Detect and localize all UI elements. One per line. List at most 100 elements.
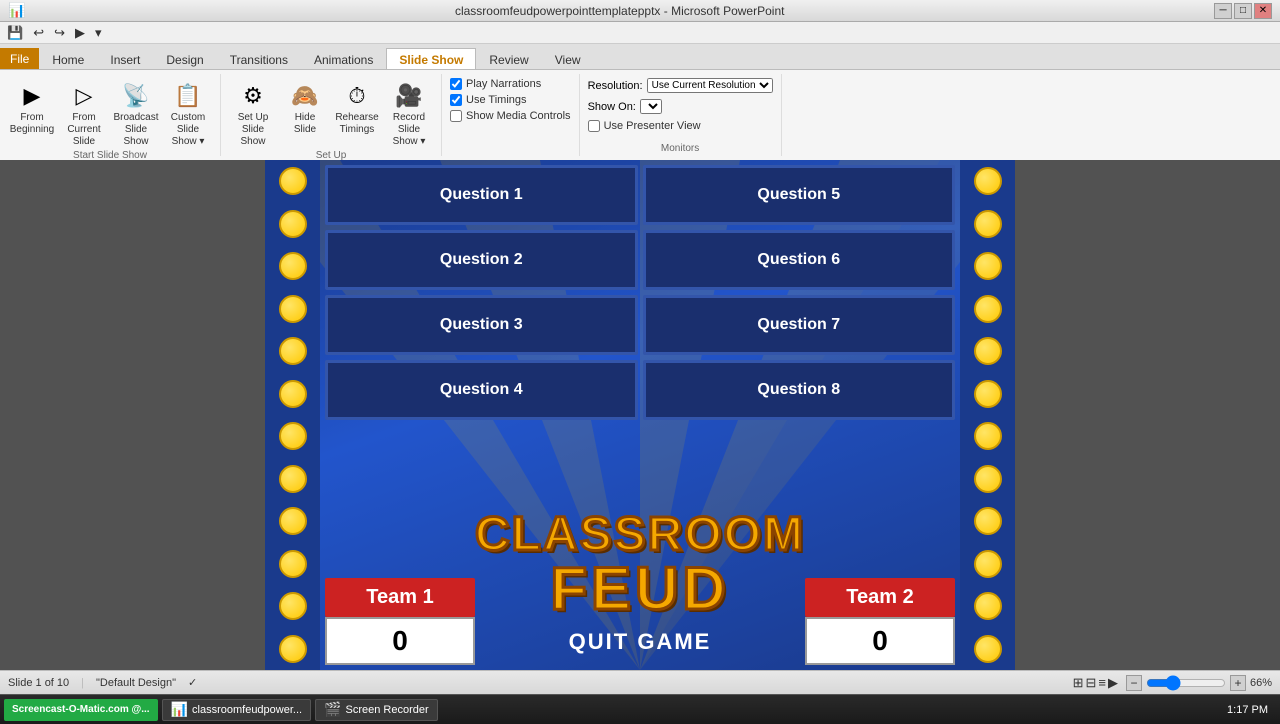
dot (279, 592, 307, 620)
dot (279, 337, 307, 365)
dot (279, 252, 307, 280)
dot (974, 635, 1002, 663)
question-8-button[interactable]: Question 8 (643, 360, 956, 420)
spell-check-icon: ✓ (188, 676, 197, 689)
tab-review[interactable]: Review (476, 48, 541, 69)
question-6-button[interactable]: Question 6 (643, 230, 956, 290)
broadcast-button[interactable]: 📡 BroadcastSlide Show (112, 78, 160, 150)
tab-view[interactable]: View (542, 48, 594, 69)
dot (974, 380, 1002, 408)
ribbon-content: ▶ FromBeginning ▷ FromCurrent Slide 📡 Br… (0, 70, 1280, 160)
rehearse-button[interactable]: ⏱ RehearseTimings (333, 78, 381, 138)
tab-transitions[interactable]: Transitions (217, 48, 301, 69)
slideshow-view-icon[interactable]: ▶ (1108, 675, 1118, 691)
status-bar: Slide 1 of 10 | "Default Design" ✓ ⊞ ⊟ ≡… (0, 670, 1280, 694)
from-beginning-label: FromBeginning (10, 112, 54, 136)
tab-insert[interactable]: Insert (97, 48, 153, 69)
zoom-slider[interactable] (1146, 675, 1226, 691)
normal-view-icon[interactable]: ⊞ (1073, 675, 1084, 691)
undo-button[interactable]: ↩ (30, 24, 47, 42)
dot (279, 550, 307, 578)
quit-game-button[interactable]: QUIT GAME (539, 619, 742, 665)
close-button[interactable]: ✕ (1254, 3, 1272, 19)
title-bar: 📊 classroomfeudpowerpointtemplatepptx - … (0, 0, 1280, 22)
zoom-in-button[interactable]: + (1230, 675, 1246, 691)
setup-slideshow-button[interactable]: ⚙ Set UpSlide Show (229, 78, 277, 150)
dots-right (960, 160, 1015, 670)
save-button[interactable]: 💾 (4, 24, 26, 42)
from-beginning-button[interactable]: ▶ FromBeginning (8, 78, 56, 138)
show-on-select[interactable] (640, 99, 662, 114)
start-slideshow-group-label: Start Slide Show (73, 150, 147, 163)
dot (279, 635, 307, 663)
dot (279, 465, 307, 493)
dot (974, 507, 1002, 535)
dots-left (265, 160, 320, 670)
game-title: CLASSROOM FEUD (475, 511, 805, 619)
presenter-view-check[interactable]: Use Presenter View (588, 120, 701, 132)
taskbar-time: 1:17 PM (1227, 704, 1276, 716)
status-right: ⊞ ⊟ ≡ ▶ − + 66% (1073, 675, 1272, 691)
from-beginning-icon: ▶ (16, 80, 48, 112)
custom-slideshow-icon: 📋 (172, 80, 204, 112)
setup-label: Set UpSlide Show (231, 112, 275, 148)
team1-section: Team 1 0 (325, 578, 475, 665)
record-icon: 🎥 (393, 80, 425, 112)
screen-recorder-taskbar-item[interactable]: 🎬 Screen Recorder (315, 699, 438, 721)
monitors-group-label: Monitors (661, 143, 699, 156)
custom-slideshow-button[interactable]: 📋 CustomSlide Show ▾ (164, 78, 212, 150)
play-button[interactable]: ▶ (72, 24, 88, 42)
slide-count: Slide 1 of 10 (8, 677, 69, 689)
powerpoint-taskbar-item[interactable]: 📊 classroomfeudpower... (162, 699, 312, 721)
question-5-button[interactable]: Question 5 (643, 165, 956, 225)
window-controls[interactable]: ─ □ ✕ (1214, 3, 1272, 19)
question-1-button[interactable]: Question 1 (325, 165, 638, 225)
window-title: classroomfeudpowerpointtemplatepptx - Mi… (25, 4, 1214, 18)
question-4-button[interactable]: Question 4 (325, 360, 638, 420)
use-timings-check[interactable]: Use Timings (450, 94, 527, 106)
broadcast-icon: 📡 (120, 80, 152, 112)
custom-slideshow-label: CustomSlide Show ▾ (166, 112, 210, 148)
maximize-button[interactable]: □ (1234, 3, 1252, 19)
slide-sorter-icon[interactable]: ⊟ (1085, 675, 1096, 691)
team1-button[interactable]: Team 1 (325, 578, 475, 617)
dot (279, 507, 307, 535)
minimize-button[interactable]: ─ (1214, 3, 1232, 19)
tab-slideshow[interactable]: Slide Show (386, 48, 476, 69)
reading-view-icon[interactable]: ≡ (1098, 675, 1106, 691)
dot (974, 592, 1002, 620)
team1-score: 0 (325, 617, 475, 665)
from-current-slide-button[interactable]: ▷ FromCurrent Slide (60, 78, 108, 150)
zoom-control: − + 66% (1126, 675, 1272, 691)
redo-button[interactable]: ↪ (51, 24, 68, 42)
theme-name: "Default Design" (96, 677, 176, 689)
screencast-brand[interactable]: Screencast-O-Matic.com @... (4, 699, 158, 721)
team2-button[interactable]: Team 2 (805, 578, 955, 617)
team2-score: 0 (805, 617, 955, 665)
customize-button[interactable]: ▾ (92, 24, 105, 42)
classroom-text: CLASSROOM (475, 511, 805, 559)
question-2-button[interactable]: Question 2 (325, 230, 638, 290)
question-3-button[interactable]: Question 3 (325, 295, 638, 355)
powerpoint-taskbar-label: classroomfeudpower... (192, 704, 302, 716)
ribbon-tabs: File Home Insert Design Transitions Anim… (0, 44, 1280, 70)
resolution-select[interactable]: Use Current Resolution (647, 78, 773, 93)
powerpoint-icon: 📊 (171, 701, 188, 718)
dot (974, 252, 1002, 280)
tab-design[interactable]: Design (153, 48, 216, 69)
record-slideshow-button[interactable]: 🎥 Record SlideShow ▾ (385, 78, 433, 150)
slide: Question 1 Question 5 Question 2 Questio… (265, 160, 1015, 670)
resolution-label: Resolution: (588, 80, 643, 92)
play-narrations-check[interactable]: Play Narrations (450, 78, 541, 90)
show-media-check[interactable]: Show Media Controls (450, 110, 571, 122)
from-current-icon: ▷ (68, 80, 100, 112)
view-buttons[interactable]: ⊞ ⊟ ≡ ▶ (1073, 675, 1118, 691)
question-7-button[interactable]: Question 7 (643, 295, 956, 355)
hide-slide-button[interactable]: 🙈 HideSlide (281, 78, 329, 138)
ribbon-group-monitors: Resolution: Use Current Resolution Show … (580, 74, 782, 156)
hide-slide-icon: 🙈 (289, 80, 321, 112)
tab-file[interactable]: File (0, 48, 39, 69)
tab-home[interactable]: Home (39, 48, 97, 69)
tab-animations[interactable]: Animations (301, 48, 386, 69)
zoom-out-button[interactable]: − (1126, 675, 1142, 691)
